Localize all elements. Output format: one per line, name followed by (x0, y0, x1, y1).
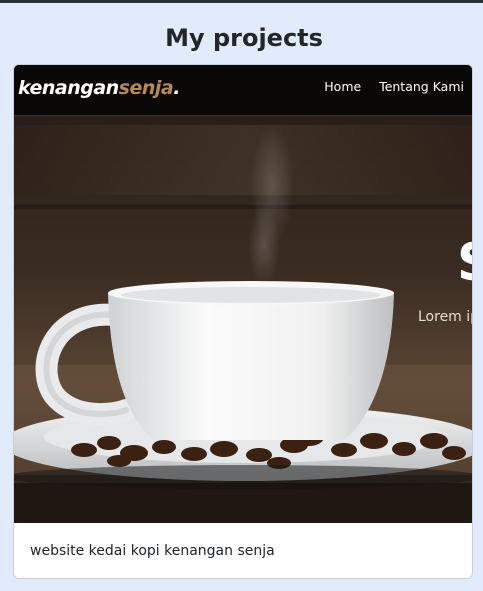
section-title: My projects (165, 24, 323, 52)
brand-main: kenangan (18, 77, 119, 99)
project-preview-image[interactable]: kenangansenja. Home Tentang Kami S Lorem… (14, 65, 473, 523)
window-top-edge (0, 0, 483, 3)
preview-nav-links: Home Tentang Kami (324, 79, 464, 94)
brand-dot: . (173, 77, 180, 99)
preview-hero-heading: S (457, 237, 472, 289)
project-card[interactable]: kenangansenja. Home Tentang Kami S Lorem… (13, 64, 473, 579)
preview-nav-tentang-kami: Tentang Kami (379, 79, 464, 94)
preview-hero-subtext: Lorem ip (418, 309, 473, 325)
preview-navbar: kenangansenja. Home Tentang Kami (14, 65, 472, 116)
coffee-cup-photo (14, 65, 472, 523)
brand-accent: senja (118, 77, 174, 99)
preview-nav-home: Home (324, 79, 362, 94)
project-caption: website kedai kopi kenangan senja (30, 543, 275, 559)
preview-brand-logo: kenangansenja. (18, 77, 180, 99)
